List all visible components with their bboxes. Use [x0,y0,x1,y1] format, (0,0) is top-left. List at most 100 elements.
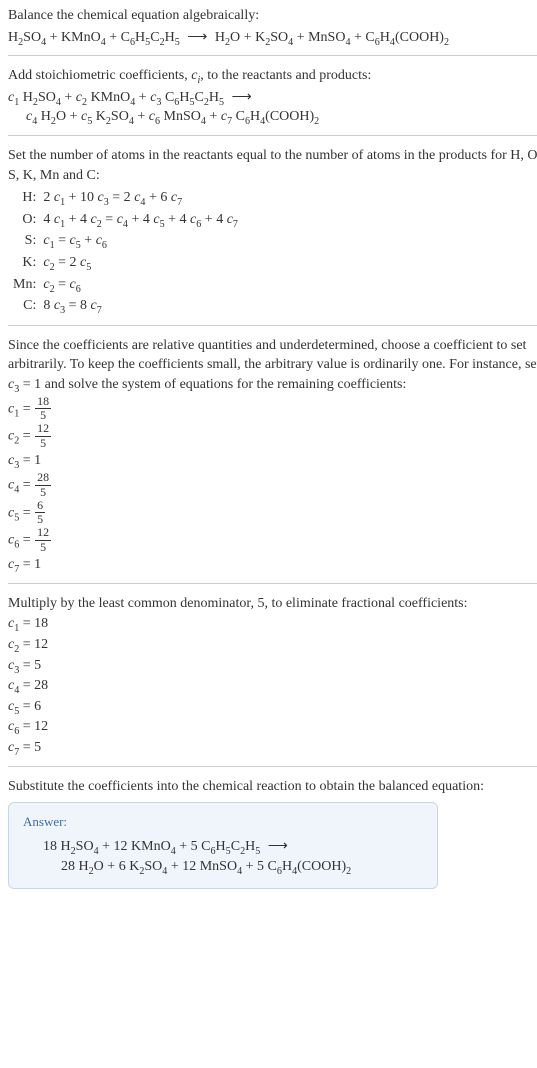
plus: + [244,30,255,45]
atom-element: S: [12,230,42,252]
coef-line: c7 = 5 [8,738,537,758]
plain-lhs-0: H2SO4 [8,30,46,45]
plain-lhs-1: KMnO4 [61,30,106,45]
plus: + [246,859,257,874]
coef-line: c2 = 125 [8,423,537,450]
stoich-term: c1 H2SO4 [8,90,61,105]
coef-value: 1 [34,453,41,468]
coef-value: 12 [34,637,48,652]
stoich-term: c6 MnSO4 [149,109,206,124]
atom-equation: 4 c1 + 4 c2 = c4 + 4 c5 + 4 c6 + 4 c7 [42,209,244,231]
intro-section: Balance the chemical equation algebraica… [8,6,537,47]
coef-value: 28 [34,678,48,693]
atom-element: K: [12,252,42,274]
reaction-arrow: ⟶ [183,28,211,48]
plain-reaction: H2SO4 + KMnO4 + C6H5C2H5 ⟶ H2O + K2SO4 +… [8,28,537,48]
plus: + [209,109,220,124]
stoich-section: Add stoichiometric coefficients, ci, to … [8,66,537,127]
reaction-arrow: ⟶ [264,837,292,857]
fraction: 185 [34,396,52,423]
table-row: S:c1 = c5 + c6 [12,230,244,252]
atoms-table: H:2 c1 + 10 c3 = 2 c4 + 6 c7 O:4 c1 + 4 … [12,187,244,317]
stoich-term: c3 C6H5C2H5 [150,90,224,105]
answer-body: 18 H2SO4 + 12 KMnO4 + 5 C6H5C2H5 ⟶ 28 H2… [23,837,423,876]
coef-line: c3 = 1 [8,451,537,471]
coef-line: c5 = 6 [8,697,537,717]
stoich-term: c2 KMnO4 [76,90,135,105]
plus: + [70,109,81,124]
coef-value: 18 [34,616,48,631]
table-row: Mn:c2 = c6 [12,274,244,296]
separator [8,583,537,584]
answer-term: 6 K2SO4 [119,859,168,874]
reaction-arrow: ⟶ [228,88,256,108]
separator [8,55,537,56]
plus: + [102,839,113,854]
coef-value: 6 [34,699,41,714]
stoich-term: c4 H2O [26,109,66,124]
stoich-intro: Add stoichiometric coefficients, ci, to … [8,66,537,86]
integer-coeffs: c1 = 18 c2 = 12 c3 = 5 c4 = 28 c5 = 6 c6… [8,614,537,757]
plus: + [297,30,308,45]
plain-rhs-3: C6H4(COOH)2 [365,30,449,45]
plus: + [179,839,190,854]
atom-equation: c2 = 2 c5 [42,252,244,274]
coef-line: c6 = 12 [8,717,537,737]
stoich-rhs-line: c4 H2O + c5 K2SO4 + c6 MnSO4 + c7 C6H4(C… [8,109,319,124]
table-row: K:c2 = 2 c5 [12,252,244,274]
answer-rhs-line: 28 H2O + 6 K2SO4 + 12 MnSO4 + 5 C6H4(COO… [43,859,351,874]
answer-term: 12 KMnO4 [114,839,176,854]
integer-section: Multiply by the least common denominator… [8,594,537,758]
answer-term: 18 H2SO4 [43,839,99,854]
coef-line: c1 = 18 [8,614,537,634]
balanced-reaction: 18 H2SO4 + 12 KMnO4 + 5 C6H5C2H5 ⟶ 28 H2… [43,837,423,876]
fraction: 125 [34,423,52,450]
fraction: 285 [34,472,52,499]
separator [8,766,537,767]
coef-line: c1 = 185 [8,396,537,423]
plus: + [354,30,365,45]
intro-text: Balance the chemical equation algebraica… [8,6,537,26]
coef-value: 5 [34,740,41,755]
coef-line: c5 = 65 [8,500,537,527]
separator [8,325,537,326]
stoich-reaction: c1 H2SO4 + c2 KMnO4 + c3 C6H5C2H5 ⟶ c4 H… [8,88,537,127]
coef-value: 12 [34,719,48,734]
plus: + [139,90,150,105]
substitute-intro: Substitute the coefficients into the che… [8,777,537,797]
atoms-section: Set the number of atoms in the reactants… [8,146,537,317]
answer-title: Answer: [23,813,423,831]
stoich-term: c5 K2SO4 [81,109,134,124]
coef-line: c6 = 125 [8,527,537,554]
answer-section: Substitute the coefficients into the che… [8,777,537,890]
plus: + [109,30,120,45]
plus: + [137,109,148,124]
coef-line: c4 = 285 [8,472,537,499]
atom-equation: 8 c3 = 8 c7 [42,295,244,317]
plus: + [171,859,182,874]
table-row: C:8 c3 = 8 c7 [12,295,244,317]
table-row: H:2 c1 + 10 c3 = 2 c4 + 6 c7 [12,187,244,209]
fractional-coeffs: c1 = 185 c2 = 125 c3 = 1 c4 = 285 c5 = 6… [8,396,537,575]
table-row: O:4 c1 + 4 c2 = c4 + 4 c5 + 4 c6 + 4 c7 [12,209,244,231]
plus: + [50,30,61,45]
coef-value: 5 [34,658,41,673]
plain-rhs-1: K2SO4 [255,30,293,45]
plain-rhs-2: MnSO4 [308,30,350,45]
fraction: 125 [34,527,52,554]
coef-line: c2 = 12 [8,635,537,655]
atom-element: C: [12,295,42,317]
fraction-section: Since the coefficients are relative quan… [8,336,537,575]
plain-lhs-2: C6H5C2H5 [121,30,180,45]
stoich-term: c7 C6H4(COOH)2 [221,109,319,124]
coef-line: c3 = 5 [8,656,537,676]
plus: + [64,90,75,105]
answer-term: 5 C6H5C2H5 [191,839,261,854]
plus: + [107,859,118,874]
answer-term: 28 H2O [61,859,104,874]
answer-term: 5 C6H4(COOH)2 [257,859,351,874]
underdetermined-text: Since the coefficients are relative quan… [8,336,537,395]
lcd-intro: Multiply by the least common denominator… [8,594,537,614]
atom-element: H: [12,187,42,209]
atom-element: O: [12,209,42,231]
